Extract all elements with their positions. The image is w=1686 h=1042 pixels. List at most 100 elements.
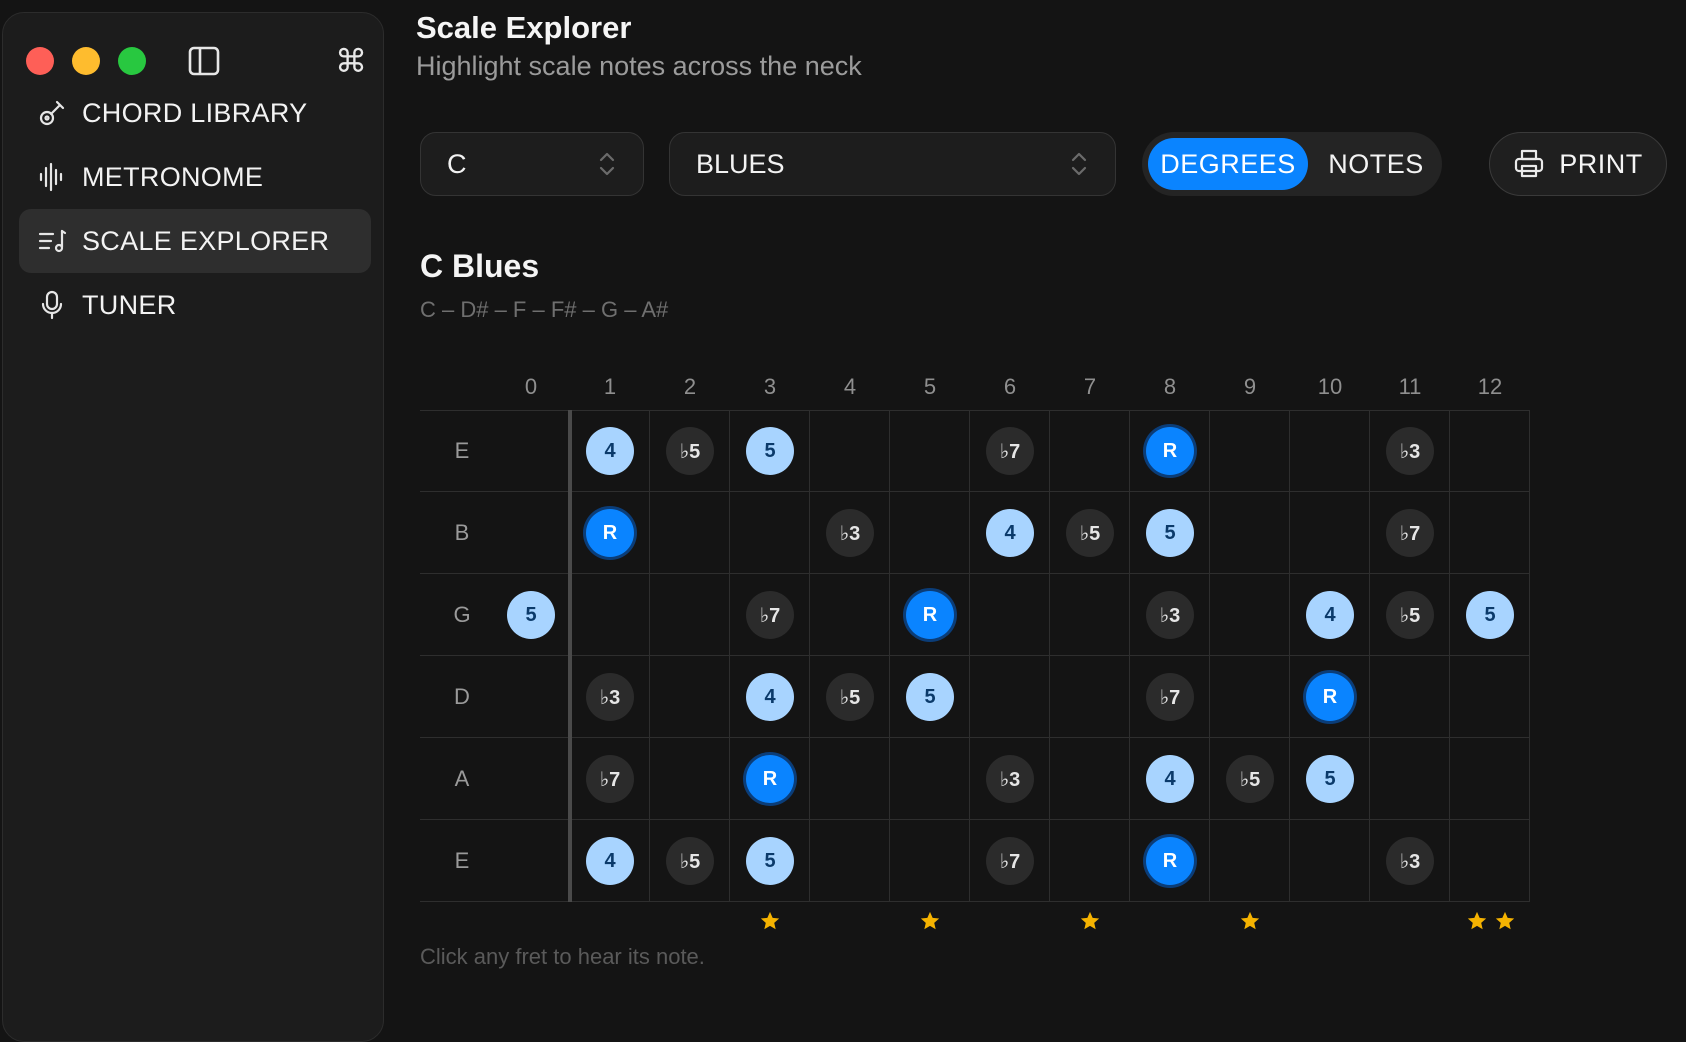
- fret-cell[interactable]: [1210, 574, 1290, 656]
- fret-cell[interactable]: [970, 574, 1050, 656]
- note-dot-chord[interactable]: 4: [746, 673, 794, 721]
- fret-cell[interactable]: [1370, 738, 1450, 820]
- note-dot-passing[interactable]: ♭7: [1146, 673, 1194, 721]
- fret-cell[interactable]: [420, 410, 570, 492]
- note-dot-chord[interactable]: 5: [906, 673, 954, 721]
- fret-cell[interactable]: [1450, 738, 1530, 820]
- note-dot-chord[interactable]: 5: [1146, 509, 1194, 557]
- note-dot-chord[interactable]: 5: [1466, 591, 1514, 639]
- zoom-window-button[interactable]: [118, 47, 146, 75]
- note-dot-passing[interactable]: ♭5: [666, 837, 714, 885]
- note-dot-passing[interactable]: ♭5: [1386, 591, 1434, 639]
- mode-degrees-button[interactable]: DEGREES: [1148, 138, 1308, 190]
- fret-cell[interactable]: [650, 492, 730, 574]
- note-dot-passing[interactable]: ♭7: [986, 427, 1034, 475]
- sidebar-toggle-icon[interactable]: [187, 44, 221, 78]
- fret-cell[interactable]: [970, 656, 1050, 738]
- note-dot-passing[interactable]: ♭3: [586, 673, 634, 721]
- note-dot-root[interactable]: R: [1146, 837, 1194, 885]
- fret-cell[interactable]: [1210, 410, 1290, 492]
- command-icon[interactable]: ⌘: [333, 41, 369, 81]
- sidebar-item-metronome[interactable]: METRONOME: [19, 145, 371, 209]
- note-dot-passing[interactable]: ♭3: [826, 509, 874, 557]
- fret-cell[interactable]: [420, 492, 570, 574]
- fret-cell[interactable]: [890, 820, 970, 902]
- note-dot-root[interactable]: R: [906, 591, 954, 639]
- note-dot-root[interactable]: R: [1146, 427, 1194, 475]
- fret-cell[interactable]: [1290, 410, 1370, 492]
- fret-cell[interactable]: [1290, 492, 1370, 574]
- fret-cell[interactable]: [1050, 574, 1130, 656]
- fret-cell[interactable]: [730, 492, 810, 574]
- fret-cell[interactable]: [1450, 410, 1530, 492]
- note-dot-passing[interactable]: ♭3: [1386, 837, 1434, 885]
- note-dot-passing[interactable]: ♭5: [1066, 509, 1114, 557]
- note-dot-passing[interactable]: ♭7: [986, 837, 1034, 885]
- fret-cell[interactable]: [1050, 820, 1130, 902]
- note-dot-root[interactable]: R: [586, 509, 634, 557]
- note-dot-root[interactable]: R: [1306, 673, 1354, 721]
- note-dot-chord[interactable]: 5: [746, 427, 794, 475]
- fret-cell[interactable]: [1450, 820, 1530, 902]
- fret-cell[interactable]: [420, 738, 570, 820]
- note-dot-passing[interactable]: ♭5: [826, 673, 874, 721]
- fret-cell[interactable]: [1210, 492, 1290, 574]
- minimize-window-button[interactable]: [72, 47, 100, 75]
- note-dot-passing[interactable]: ♭7: [586, 755, 634, 803]
- note-dot-passing[interactable]: ♭3: [1386, 427, 1434, 475]
- waveform-icon: [35, 160, 69, 194]
- mode-notes-button[interactable]: NOTES: [1318, 138, 1434, 190]
- key-select[interactable]: C: [420, 132, 644, 196]
- fret-cell[interactable]: [810, 410, 890, 492]
- sidebar-item-scale-explorer[interactable]: SCALE EXPLORER: [19, 209, 371, 273]
- fret-cell[interactable]: [1210, 656, 1290, 738]
- fret-cell[interactable]: [890, 410, 970, 492]
- note-dot-chord[interactable]: 5: [507, 591, 555, 639]
- fret-cell[interactable]: [810, 820, 890, 902]
- fret-marker-star-icon: [1079, 910, 1101, 932]
- note-dot-chord[interactable]: 4: [986, 509, 1034, 557]
- close-window-button[interactable]: [26, 47, 54, 75]
- note-dot-passing[interactable]: ♭7: [1386, 509, 1434, 557]
- note-dot-chord[interactable]: 4: [586, 837, 634, 885]
- note-dot-chord[interactable]: 5: [746, 837, 794, 885]
- note-dot-passing[interactable]: ♭3: [986, 755, 1034, 803]
- fret-cell[interactable]: [890, 738, 970, 820]
- note-dot-passing[interactable]: ♭3: [1146, 591, 1194, 639]
- note-dot-passing[interactable]: ♭5: [1226, 755, 1274, 803]
- fret-cell[interactable]: [650, 738, 730, 820]
- fret-number-5: 5: [923, 374, 937, 399]
- note-dot-chord[interactable]: 5: [1306, 755, 1354, 803]
- fret-cell[interactable]: [570, 574, 650, 656]
- note-dot-root[interactable]: R: [746, 755, 794, 803]
- fret-cell[interactable]: [1050, 410, 1130, 492]
- fret-cell[interactable]: [810, 738, 890, 820]
- scale-select[interactable]: BLUES: [669, 132, 1116, 196]
- fret-cell[interactable]: [890, 492, 970, 574]
- fret-number-9: 9: [1243, 374, 1257, 399]
- sidebar-item-chord-library[interactable]: CHORD LIBRARY: [19, 81, 371, 145]
- fret-number-0: 0: [524, 374, 538, 399]
- note-dot-chord[interactable]: 4: [1306, 591, 1354, 639]
- fret-cell[interactable]: [1450, 656, 1530, 738]
- note-dot-chord[interactable]: 4: [586, 427, 634, 475]
- sidebar-item-label: CHORD LIBRARY: [82, 97, 308, 128]
- fret-cell[interactable]: [1290, 820, 1370, 902]
- note-dot-passing[interactable]: ♭7: [746, 591, 794, 639]
- fret-cell[interactable]: [1050, 738, 1130, 820]
- fret-cell[interactable]: [1450, 492, 1530, 574]
- chevron-up-down-icon: [1071, 152, 1087, 176]
- fret-cell[interactable]: [420, 656, 570, 738]
- print-button[interactable]: PRINT: [1489, 132, 1667, 196]
- note-dot-chord[interactable]: 4: [1146, 755, 1194, 803]
- fret-cell[interactable]: [650, 574, 730, 656]
- scale-select-value: BLUES: [696, 148, 785, 179]
- note-dot-passing[interactable]: ♭5: [666, 427, 714, 475]
- fret-cell[interactable]: [1210, 820, 1290, 902]
- fret-cell[interactable]: [420, 820, 570, 902]
- sidebar-item-tuner[interactable]: TUNER: [19, 273, 371, 337]
- fret-cell[interactable]: [1370, 656, 1450, 738]
- fret-cell[interactable]: [650, 656, 730, 738]
- fret-cell[interactable]: [810, 574, 890, 656]
- fret-cell[interactable]: [1050, 656, 1130, 738]
